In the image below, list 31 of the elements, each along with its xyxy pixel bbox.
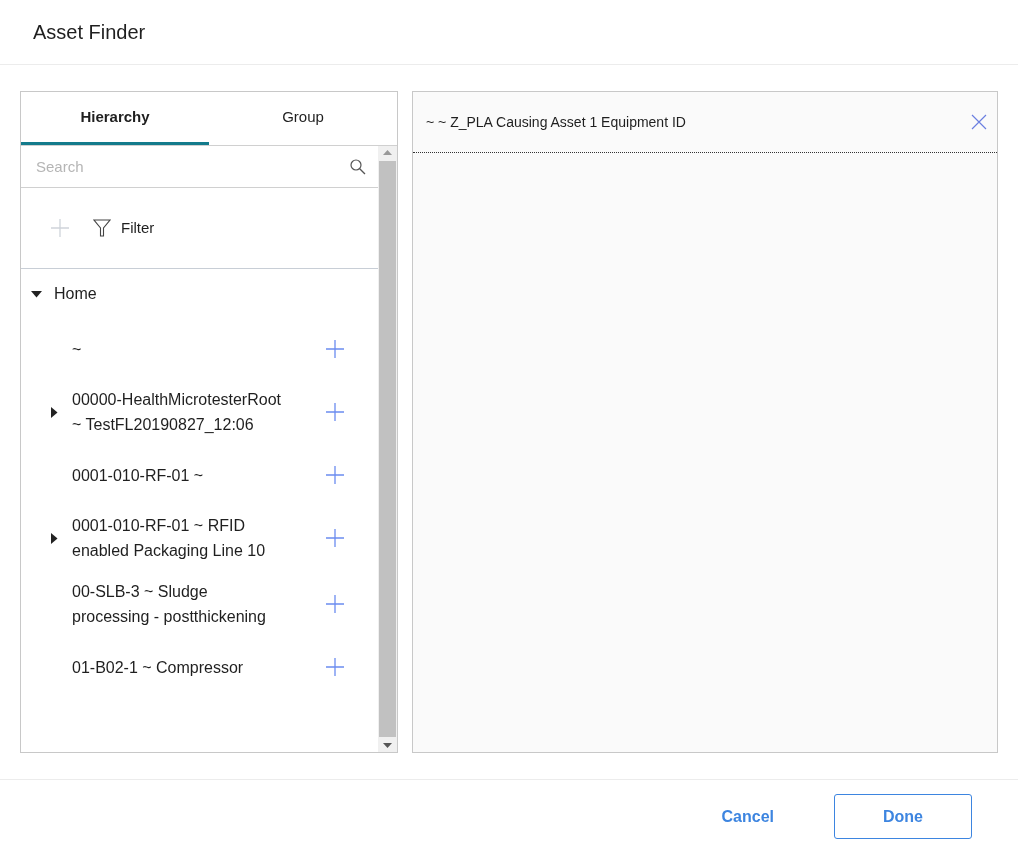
tab[interactable]: Hierarchy [21, 92, 209, 145]
search-icon[interactable] [350, 158, 366, 175]
cancel-button[interactable]: Cancel [719, 794, 776, 839]
caret-down-icon[interactable] [31, 290, 42, 298]
add-icon[interactable] [326, 658, 344, 676]
done-button[interactable]: Done [834, 794, 972, 839]
scroll-down-icon[interactable] [383, 743, 392, 748]
add-icon[interactable] [51, 219, 69, 237]
tab[interactable]: Group [209, 92, 397, 145]
add-icon[interactable] [326, 403, 344, 421]
add-icon[interactable] [326, 595, 344, 613]
add-icon[interactable] [326, 340, 344, 358]
add-icon[interactable] [326, 466, 344, 484]
tree-item[interactable]: 0001-010-RF-01 ~ RFID enabled Packaging Line 10 [72, 513, 326, 563]
search-field[interactable]: Search [21, 146, 350, 187]
caret-right-icon[interactable] [51, 406, 58, 418]
window-title: Asset Finder [33, 20, 146, 45]
add-icon[interactable] [326, 529, 344, 547]
tree-item[interactable]: 00-SLB-3 ~ Sludge processing - postthickening [72, 579, 326, 629]
tree-item[interactable]: Home [54, 282, 97, 306]
caret-right-icon[interactable] [51, 532, 58, 544]
tree-item[interactable]: 01-B02-1 ~ Compressor [72, 654, 326, 680]
scrollbar[interactable] [378, 146, 397, 752]
tree-item[interactable]: ~ [72, 336, 326, 362]
selected-asset: ~ ~ Z_PLA Causing Asset 1 Equipment ID [426, 112, 687, 132]
scroll-up-icon[interactable] [383, 150, 392, 155]
filter-button[interactable]: Filter [93, 216, 155, 240]
close-icon[interactable] [971, 114, 987, 130]
tree-item[interactable]: 0001-010-RF-01 ~ [72, 462, 326, 488]
filter-icon [93, 219, 111, 237]
tree-item[interactable]: 00000-HealthMicrotesterRoot ~ TestFL20190827_12:06 [72, 387, 326, 437]
